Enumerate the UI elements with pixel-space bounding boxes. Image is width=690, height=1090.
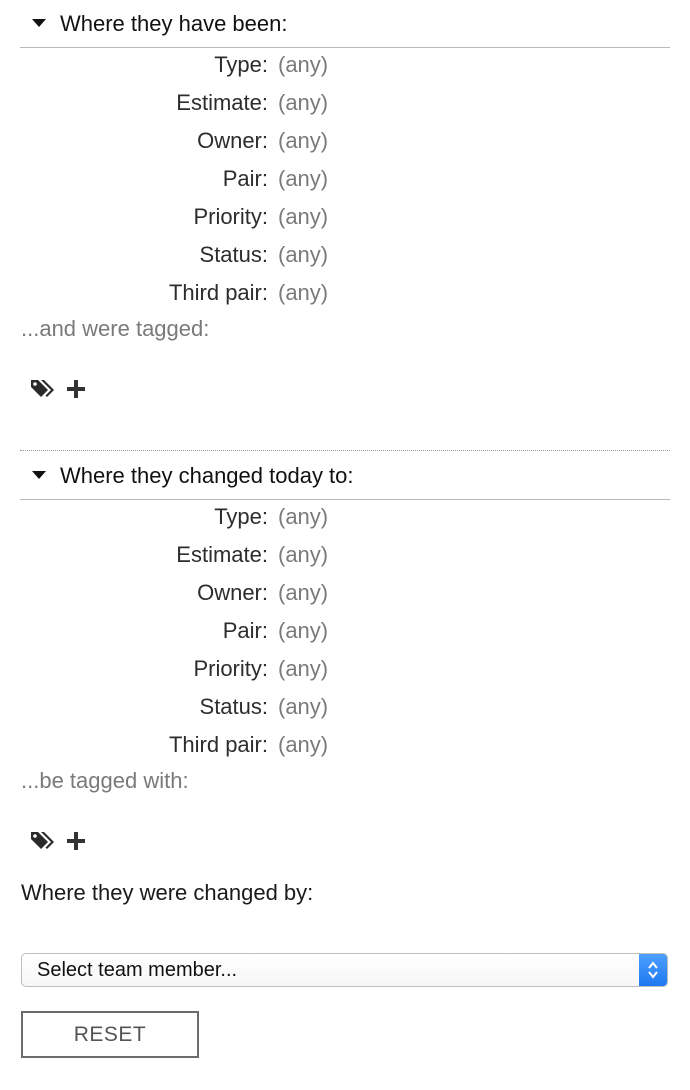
section-header-changed-today[interactable]: Where they changed today to:: [20, 452, 670, 500]
field-value[interactable]: (any): [278, 656, 328, 682]
field-label: Priority:: [193, 656, 268, 681]
field-value[interactable]: (any): [278, 504, 328, 530]
field-label: Estimate:: [176, 90, 268, 115]
field-label: Owner:: [197, 580, 268, 605]
section-divider: [20, 450, 670, 451]
plus-icon[interactable]: [66, 831, 86, 851]
tagged-with-note: ...be tagged with:: [21, 768, 189, 793]
field-row-pair: Pair: (any): [20, 612, 670, 650]
field-value[interactable]: (any): [278, 166, 328, 192]
plus-icon[interactable]: [66, 379, 86, 399]
field-value[interactable]: (any): [278, 90, 328, 116]
field-row-status: Status: (any): [20, 236, 670, 274]
field-label: Type:: [214, 504, 268, 529]
changed-by-label: Where they were changed by:: [21, 880, 314, 905]
up-down-arrows-icon: [639, 954, 667, 986]
field-row-priority: Priority: (any): [20, 650, 670, 688]
field-row-owner: Owner: (any): [20, 574, 670, 612]
tags-icon: [30, 830, 58, 852]
field-label: Priority:: [193, 204, 268, 229]
field-row-estimate: Estimate: (any): [20, 536, 670, 574]
tag-bar-changed-today: [30, 830, 86, 852]
tagged-note: ...and were tagged:: [21, 316, 210, 341]
field-value[interactable]: (any): [278, 242, 328, 268]
field-row-third-pair: Third pair: (any): [20, 274, 670, 312]
field-row-owner: Owner: (any): [20, 122, 670, 160]
tag-bar-have-been: [30, 378, 86, 400]
field-list-have-been: Type: (any) Estimate: (any) Owner: (any) Pa…: [20, 46, 670, 312]
field-value[interactable]: (any): [278, 52, 328, 78]
field-label: Owner:: [197, 128, 268, 153]
field-value[interactable]: (any): [278, 128, 328, 154]
field-value[interactable]: (any): [278, 732, 328, 758]
field-row-pair: Pair: (any): [20, 160, 670, 198]
field-label: Third pair:: [168, 280, 268, 305]
team-member-select[interactable]: Select team member...: [21, 953, 668, 987]
reset-button[interactable]: RESET: [21, 1011, 199, 1058]
field-label: Third pair:: [168, 732, 268, 757]
field-value[interactable]: (any): [278, 542, 328, 568]
field-value[interactable]: (any): [278, 618, 328, 644]
field-row-priority: Priority: (any): [20, 198, 670, 236]
field-row-status: Status: (any): [20, 688, 670, 726]
caret-down-icon: [32, 470, 46, 479]
section-title: Where they have been:: [60, 10, 288, 36]
field-row-estimate: Estimate: (any): [20, 84, 670, 122]
field-label: Status:: [199, 694, 268, 719]
field-label: Pair:: [222, 166, 268, 191]
field-value[interactable]: (any): [278, 280, 328, 306]
field-row-type: Type: (any): [20, 46, 670, 84]
section-title: Where they changed today to:: [60, 462, 354, 488]
filter-panel: Where they have been: Type: (any) Estimat…: [0, 0, 690, 1090]
field-value[interactable]: (any): [278, 580, 328, 606]
caret-down-icon: [32, 18, 46, 27]
field-label: Pair:: [222, 618, 268, 643]
select-value: Select team member...: [37, 958, 238, 981]
field-row-third-pair: Third pair: (any): [20, 726, 670, 764]
field-row-type: Type: (any): [20, 498, 670, 536]
field-label: Type:: [214, 52, 268, 77]
field-value[interactable]: (any): [278, 204, 328, 230]
field-value[interactable]: (any): [278, 694, 328, 720]
tags-icon: [30, 378, 58, 400]
section-header-have-been[interactable]: Where they have been:: [20, 0, 670, 48]
field-list-changed-today: Type: (any) Estimate: (any) Owner: (any) Pa…: [20, 498, 670, 764]
field-label: Status:: [199, 242, 268, 267]
field-label: Estimate:: [176, 542, 268, 567]
